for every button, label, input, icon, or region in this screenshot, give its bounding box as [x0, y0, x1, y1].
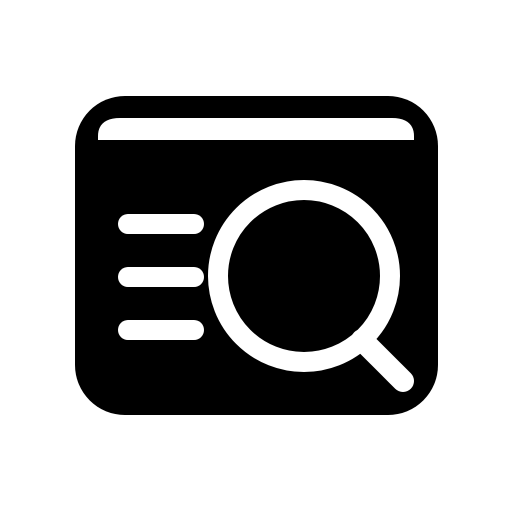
icon-canvas	[0, 0, 512, 512]
title-bar	[98, 118, 414, 140]
browser-search-icon	[75, 96, 438, 415]
